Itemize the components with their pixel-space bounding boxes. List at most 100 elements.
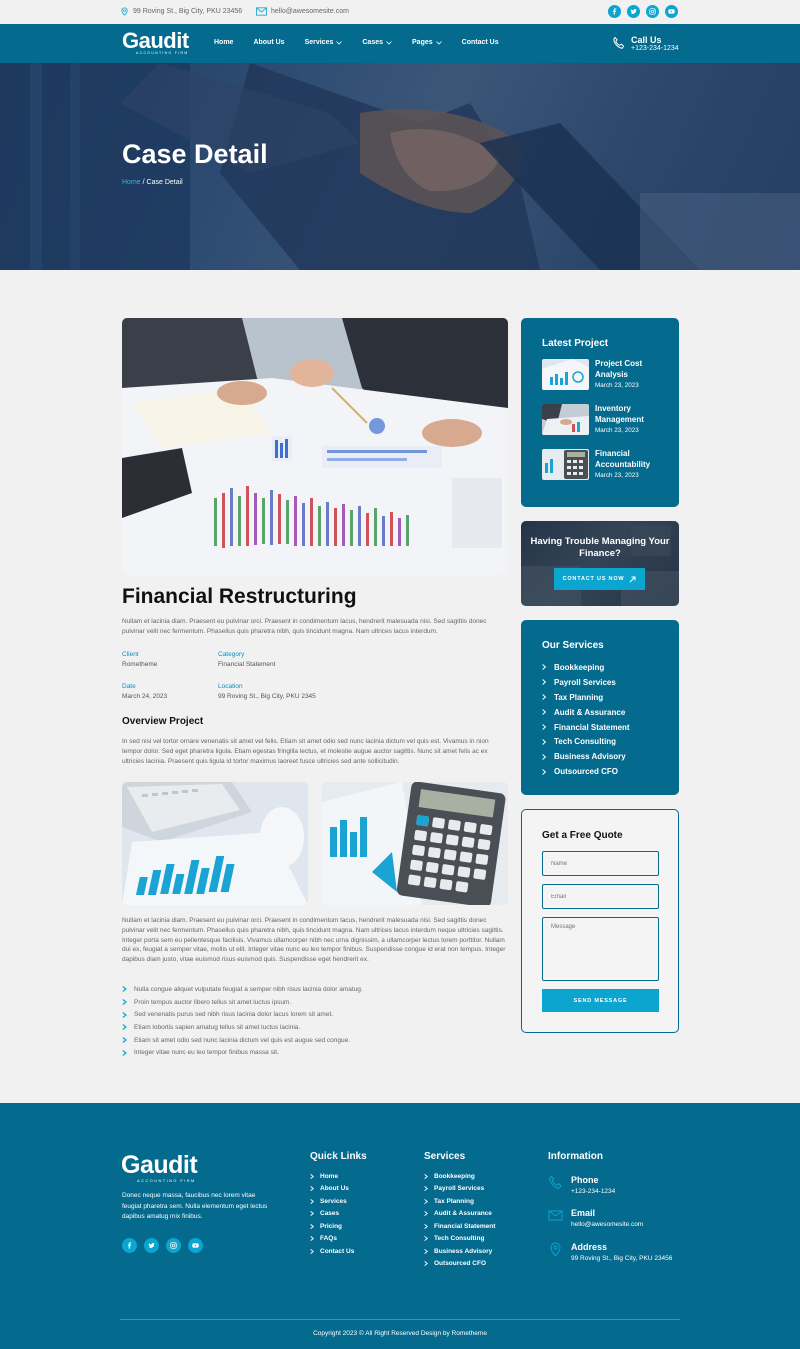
project-name: Financial Accountability bbox=[595, 449, 651, 469]
footer-service-link[interactable]: Tax Planning bbox=[424, 1195, 495, 1208]
location-icon bbox=[121, 7, 128, 16]
menu-item-services[interactable]: Services bbox=[305, 39, 343, 46]
message-field[interactable] bbox=[542, 917, 659, 981]
service-link-tech-consulting[interactable]: Tech Consulting bbox=[542, 734, 630, 749]
chevron-right-icon bbox=[424, 1223, 428, 1229]
footer-description: Donec neque massa, faucibus nec lorem vi… bbox=[122, 1192, 268, 1220]
chevron-right-icon bbox=[310, 1173, 314, 1179]
cta-question: Having Trouble Managing Your Finance? bbox=[530, 536, 670, 559]
footer-logo[interactable]: Gaudit ACCOUNTING FIRM bbox=[121, 1153, 198, 1184]
chevron-right-icon bbox=[310, 1236, 314, 1242]
contact-us-now-button[interactable]: CONTACT US NOW bbox=[554, 568, 645, 590]
footer-divider bbox=[120, 1319, 680, 1320]
footer-link-contact[interactable]: Contact Us bbox=[310, 1245, 354, 1258]
project-thumbnail bbox=[542, 404, 589, 435]
service-link-financial-statement[interactable]: Financial Statement bbox=[542, 720, 630, 735]
footer-link-about[interactable]: About Us bbox=[310, 1183, 354, 1196]
email-field[interactable] bbox=[542, 884, 659, 909]
menu-item-about[interactable]: About Us bbox=[253, 39, 284, 46]
footer-link-label: About Us bbox=[320, 1185, 349, 1193]
facebook-icon[interactable] bbox=[608, 5, 621, 18]
main-menu: Home About Us Services Cases Pages Conta… bbox=[214, 39, 519, 46]
breadcrumb-home[interactable]: Home bbox=[122, 179, 141, 186]
latest-project-item[interactable]: Project Cost Analysis March 23, 2023 bbox=[542, 359, 663, 390]
footer-link-pricing[interactable]: Pricing bbox=[310, 1220, 354, 1233]
send-button-label: SEND MESSAGE bbox=[573, 997, 628, 1004]
instagram-icon[interactable] bbox=[166, 1238, 181, 1253]
footer-service-link[interactable]: Financial Statement bbox=[424, 1220, 495, 1233]
service-link-label: Payroll Services bbox=[554, 677, 616, 687]
chevron-right-icon bbox=[310, 1211, 314, 1217]
footer-link-home[interactable]: Home bbox=[310, 1170, 354, 1183]
menu-item-pages[interactable]: Pages bbox=[412, 39, 442, 46]
send-message-button[interactable]: SEND MESSAGE bbox=[542, 989, 659, 1012]
footer-service-link[interactable]: Tech Consulting bbox=[424, 1233, 495, 1246]
name-field[interactable] bbox=[542, 851, 659, 876]
list-item: Etiam lobortis sapien amatug tellus sit … bbox=[122, 1021, 363, 1034]
topbar-email[interactable]: hello@awesomesite.com bbox=[256, 7, 349, 16]
twitter-icon[interactable] bbox=[627, 5, 640, 18]
quick-links-title: Quick Links bbox=[310, 1151, 367, 1162]
latest-project-item[interactable]: Financial Accountability March 23, 2023 bbox=[542, 449, 663, 480]
meta-value: March 24, 2023 bbox=[122, 693, 168, 700]
call-us-number: +123-234-1234 bbox=[631, 45, 679, 52]
call-us[interactable]: Call Us +123-234-1234 bbox=[612, 35, 679, 52]
site-logo[interactable]: Gaudit ACCOUNTING FIRM bbox=[122, 28, 189, 56]
menu-item-home[interactable]: Home bbox=[214, 39, 233, 46]
menu-item-label: Pages bbox=[412, 39, 433, 46]
service-link-business-advisory[interactable]: Business Advisory bbox=[542, 749, 630, 764]
service-link-outsourced-cfo[interactable]: Outsourced CFO bbox=[542, 764, 630, 779]
info-value[interactable]: hello@awesomesite.com bbox=[571, 1221, 643, 1228]
chevron-right-icon bbox=[122, 1024, 127, 1031]
topbar-address: 99 Roving St., Big City, PKU 23456 bbox=[120, 7, 242, 16]
chevron-right-icon bbox=[542, 679, 546, 686]
facebook-icon[interactable] bbox=[122, 1238, 137, 1253]
footer-email: Email hello@awesomesite.com bbox=[548, 1208, 643, 1228]
chevron-right-icon bbox=[424, 1236, 428, 1242]
instagram-icon[interactable] bbox=[646, 5, 659, 18]
youtube-icon[interactable] bbox=[188, 1238, 203, 1253]
phone-icon bbox=[613, 36, 625, 49]
footer-service-link[interactable]: Payroll Services bbox=[424, 1183, 495, 1196]
latest-project-item[interactable]: Inventory Management March 23, 2023 bbox=[542, 404, 663, 435]
footer-service-link[interactable]: Outsourced CFO bbox=[424, 1258, 495, 1271]
chevron-right-icon bbox=[122, 1011, 127, 1018]
twitter-icon[interactable] bbox=[144, 1238, 159, 1253]
service-link-payroll[interactable]: Payroll Services bbox=[542, 675, 630, 690]
mail-icon bbox=[256, 7, 267, 16]
menu-item-label: Contact Us bbox=[461, 39, 499, 46]
latest-project-card: Latest Project Project Cost Analysis Marc… bbox=[521, 318, 679, 507]
information-title: Information bbox=[548, 1151, 603, 1162]
chevron-right-icon bbox=[424, 1186, 428, 1192]
location-icon bbox=[550, 1242, 561, 1257]
service-link-tax-planning[interactable]: Tax Planning bbox=[542, 690, 630, 705]
page-title: Case Detail bbox=[122, 139, 268, 169]
list-item-text: Proin tempus auctor libero tellus sit am… bbox=[134, 998, 292, 1006]
footer-link-faqs[interactable]: FAQs bbox=[310, 1233, 354, 1246]
footer-service-link[interactable]: Audit & Assurance bbox=[424, 1208, 495, 1221]
list-item: Proin tempus auctor libero tellus sit am… bbox=[122, 996, 363, 1009]
project-thumbnail bbox=[542, 359, 589, 390]
chevron-right-icon bbox=[122, 1037, 127, 1044]
service-link-audit[interactable]: Audit & Assurance bbox=[542, 705, 630, 720]
logo-word: Gaudit bbox=[122, 28, 189, 53]
menu-item-contact[interactable]: Contact Us bbox=[462, 39, 499, 46]
service-link-bookkeeping[interactable]: Bookkeeping bbox=[542, 660, 630, 675]
youtube-icon[interactable] bbox=[665, 5, 678, 18]
free-quote-form: Get a Free Quote SEND MESSAGE bbox=[521, 809, 679, 1033]
menu-item-cases[interactable]: Cases bbox=[362, 39, 392, 46]
info-value: 99 Roving St., Big City, PKU 23456 bbox=[571, 1255, 673, 1262]
list-item-text: Sed venenatis purus sed nibh risus lacin… bbox=[134, 1011, 334, 1019]
footer-service-link[interactable]: Business Advisory bbox=[424, 1245, 495, 1258]
main-navbar: Gaudit ACCOUNTING FIRM Home About Us Ser… bbox=[0, 24, 800, 63]
footer-link-cases[interactable]: Cases bbox=[310, 1208, 354, 1221]
footer-service-link[interactable]: Bookkeeping bbox=[424, 1170, 495, 1183]
chevron-right-icon bbox=[542, 709, 546, 715]
footer-link-services[interactable]: Services bbox=[310, 1195, 354, 1208]
list-item: Sed venenatis purus sed nibh risus lacin… bbox=[122, 1008, 363, 1021]
chevron-right-icon bbox=[542, 739, 546, 745]
mail-icon bbox=[548, 1210, 563, 1221]
features-list: Nulla congue aliquet vulputate feugiat a… bbox=[122, 983, 363, 1059]
chevron-down-icon bbox=[386, 40, 392, 45]
list-item: Etiam sit amet odio sed nunc lacinia dic… bbox=[122, 1034, 363, 1047]
